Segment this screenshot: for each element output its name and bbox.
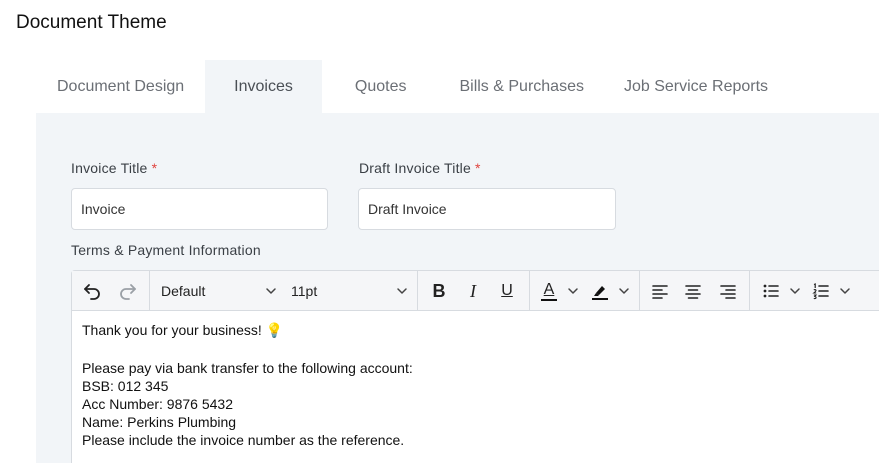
tab-document-design[interactable]: Document Design xyxy=(36,60,205,113)
italic-button[interactable]: I xyxy=(461,271,485,311)
editor-toolbar: Default 11pt B I U A xyxy=(72,271,879,311)
toolbar-divider xyxy=(417,271,418,311)
align-center-icon xyxy=(685,285,701,299)
font-color-dropdown[interactable] xyxy=(566,271,580,311)
draft-invoice-title-label-text: Draft Invoice Title xyxy=(359,160,471,176)
chevron-down-icon xyxy=(790,288,800,294)
highlighter-icon xyxy=(592,286,608,300)
bullet-list-button[interactable] xyxy=(760,271,782,311)
content-line: Please pay via bank transfer to the foll… xyxy=(82,360,413,376)
bullet-list-icon xyxy=(763,284,779,298)
toolbar-divider xyxy=(529,271,530,311)
tab-invoices[interactable]: Invoices xyxy=(205,60,322,113)
highlight-color-dropdown[interactable] xyxy=(617,271,631,311)
chevron-down-icon xyxy=(397,288,407,294)
tab-job-service-reports[interactable]: Job Service Reports xyxy=(604,60,788,113)
align-right-button[interactable] xyxy=(717,271,739,311)
content-line: Thank you for your business! 💡 xyxy=(82,322,284,338)
editor-content[interactable]: Thank you for your business! 💡 Please pa… xyxy=(82,321,413,449)
align-left-button[interactable] xyxy=(649,271,671,311)
numbered-list-icon xyxy=(812,283,829,300)
font-family-select[interactable]: Default xyxy=(161,271,277,311)
redo-button[interactable] xyxy=(116,271,140,311)
align-center-button[interactable] xyxy=(682,271,704,311)
invoice-title-input[interactable] xyxy=(71,188,328,230)
page-title: Document Theme xyxy=(16,12,167,33)
draft-invoice-title-input[interactable] xyxy=(358,188,616,230)
toolbar-divider xyxy=(149,271,150,311)
required-asterisk: * xyxy=(151,160,158,176)
font-size-select[interactable]: 11pt xyxy=(291,271,408,311)
redo-icon xyxy=(120,284,136,300)
tab-bills-purchases[interactable]: Bills & Purchases xyxy=(439,60,604,113)
invoice-title-label: Invoice Title * xyxy=(71,160,157,176)
content-line: Acc Number: 9876 5432 xyxy=(82,396,233,412)
terms-label: Terms & Payment Information xyxy=(71,242,261,258)
align-right-icon xyxy=(720,285,736,299)
align-left-icon xyxy=(652,285,668,299)
chevron-down-icon xyxy=(568,288,578,294)
numbered-list-button[interactable] xyxy=(810,271,832,311)
bullet-list-dropdown[interactable] xyxy=(788,271,802,311)
content-line: BSB: 012 345 xyxy=(82,378,169,394)
toolbar-divider xyxy=(639,271,640,311)
invoice-title-label-text: Invoice Title xyxy=(71,160,148,176)
chevron-down-icon xyxy=(619,288,629,294)
toolbar-divider xyxy=(749,271,750,311)
bold-button[interactable]: B xyxy=(427,271,451,311)
font-color-button[interactable]: A xyxy=(538,271,560,311)
undo-icon xyxy=(84,284,100,300)
font-color-swatch xyxy=(541,298,557,301)
draft-invoice-title-label: Draft Invoice Title * xyxy=(359,160,481,176)
content-line: Name: Perkins Plumbing xyxy=(82,414,237,430)
terms-editor: Default 11pt B I U A Thank you for your … xyxy=(71,270,879,463)
underline-button[interactable]: U xyxy=(495,271,519,311)
font-color-label: A xyxy=(543,280,555,298)
undo-button[interactable] xyxy=(80,271,104,311)
highlight-color-button[interactable] xyxy=(588,271,612,311)
content-line: Please include the invoice number as the… xyxy=(82,432,405,448)
theme-tabs: Document Design Invoices Quotes Bills & … xyxy=(36,60,788,113)
numbered-list-dropdown[interactable] xyxy=(838,271,852,311)
tab-quotes[interactable]: Quotes xyxy=(322,60,440,113)
font-size-value: 11pt xyxy=(291,283,318,299)
font-family-value: Default xyxy=(161,283,206,299)
chevron-down-icon xyxy=(266,288,276,294)
required-asterisk: * xyxy=(475,160,481,176)
chevron-down-icon xyxy=(840,288,850,294)
